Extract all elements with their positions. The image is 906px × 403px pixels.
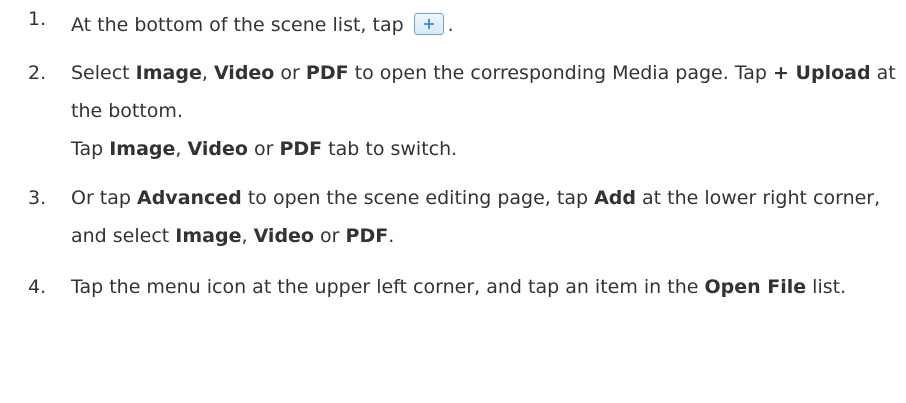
keyword-image: Image — [109, 138, 176, 160]
step-text: to open the scene editing page, tap — [241, 187, 595, 209]
step-text: , — [241, 225, 254, 247]
step-text-end: . — [447, 14, 454, 36]
step-1: 1. At the bottom of the scene list, tap. — [0, 0, 906, 44]
step-text: At the bottom of the scene list, tap — [71, 14, 404, 36]
step-text: list. — [806, 276, 847, 298]
keyword-pdf: PDF — [305, 62, 349, 84]
keyword-image: Image — [175, 225, 242, 247]
step-number: 3. — [28, 187, 47, 209]
step-3: 3. Or tap Advanced to open the scene edi… — [0, 179, 906, 255]
keyword-open-file: Open File — [704, 276, 807, 298]
step-text: or — [314, 225, 346, 247]
instruction-steps: 1. At the bottom of the scene list, tap.… — [0, 0, 906, 306]
keyword-video: Video — [187, 138, 248, 160]
step-text: Select — [71, 62, 136, 84]
step-number: 4. — [28, 276, 47, 298]
keyword-video: Video — [253, 225, 314, 247]
step-text: Tap — [71, 138, 110, 160]
keyword-pdf: PDF — [279, 138, 323, 160]
step-text: , — [175, 138, 188, 160]
step-text: , — [201, 62, 214, 84]
step-text: tab to switch. — [322, 138, 458, 160]
step-2-subnote: Tap Image, Video or PDF tab to switch. — [71, 130, 906, 168]
keyword-upload: + Upload — [773, 62, 871, 84]
step-text: or — [247, 138, 280, 160]
keyword-add: Add — [594, 187, 636, 209]
step-2: 2. Select Image, Video or PDF to open th… — [0, 54, 906, 168]
keyword-image: Image — [135, 62, 202, 84]
step-text: to open the corresponding Media page. Ta… — [348, 62, 773, 84]
step-text: or — [274, 62, 306, 84]
step-number: 2. — [28, 62, 47, 84]
step-text: Tap the menu icon at the upper left corn… — [71, 276, 705, 298]
step-number: 1. — [28, 8, 47, 30]
step-text: . — [388, 225, 395, 247]
step-text: Or tap — [71, 187, 137, 209]
keyword-advanced: Advanced — [137, 187, 242, 209]
plus-add-icon — [413, 12, 444, 35]
keyword-video: Video — [213, 62, 275, 84]
keyword-pdf: PDF — [345, 225, 389, 247]
step-4: 4. Tap the menu icon at the upper left c… — [0, 268, 906, 306]
